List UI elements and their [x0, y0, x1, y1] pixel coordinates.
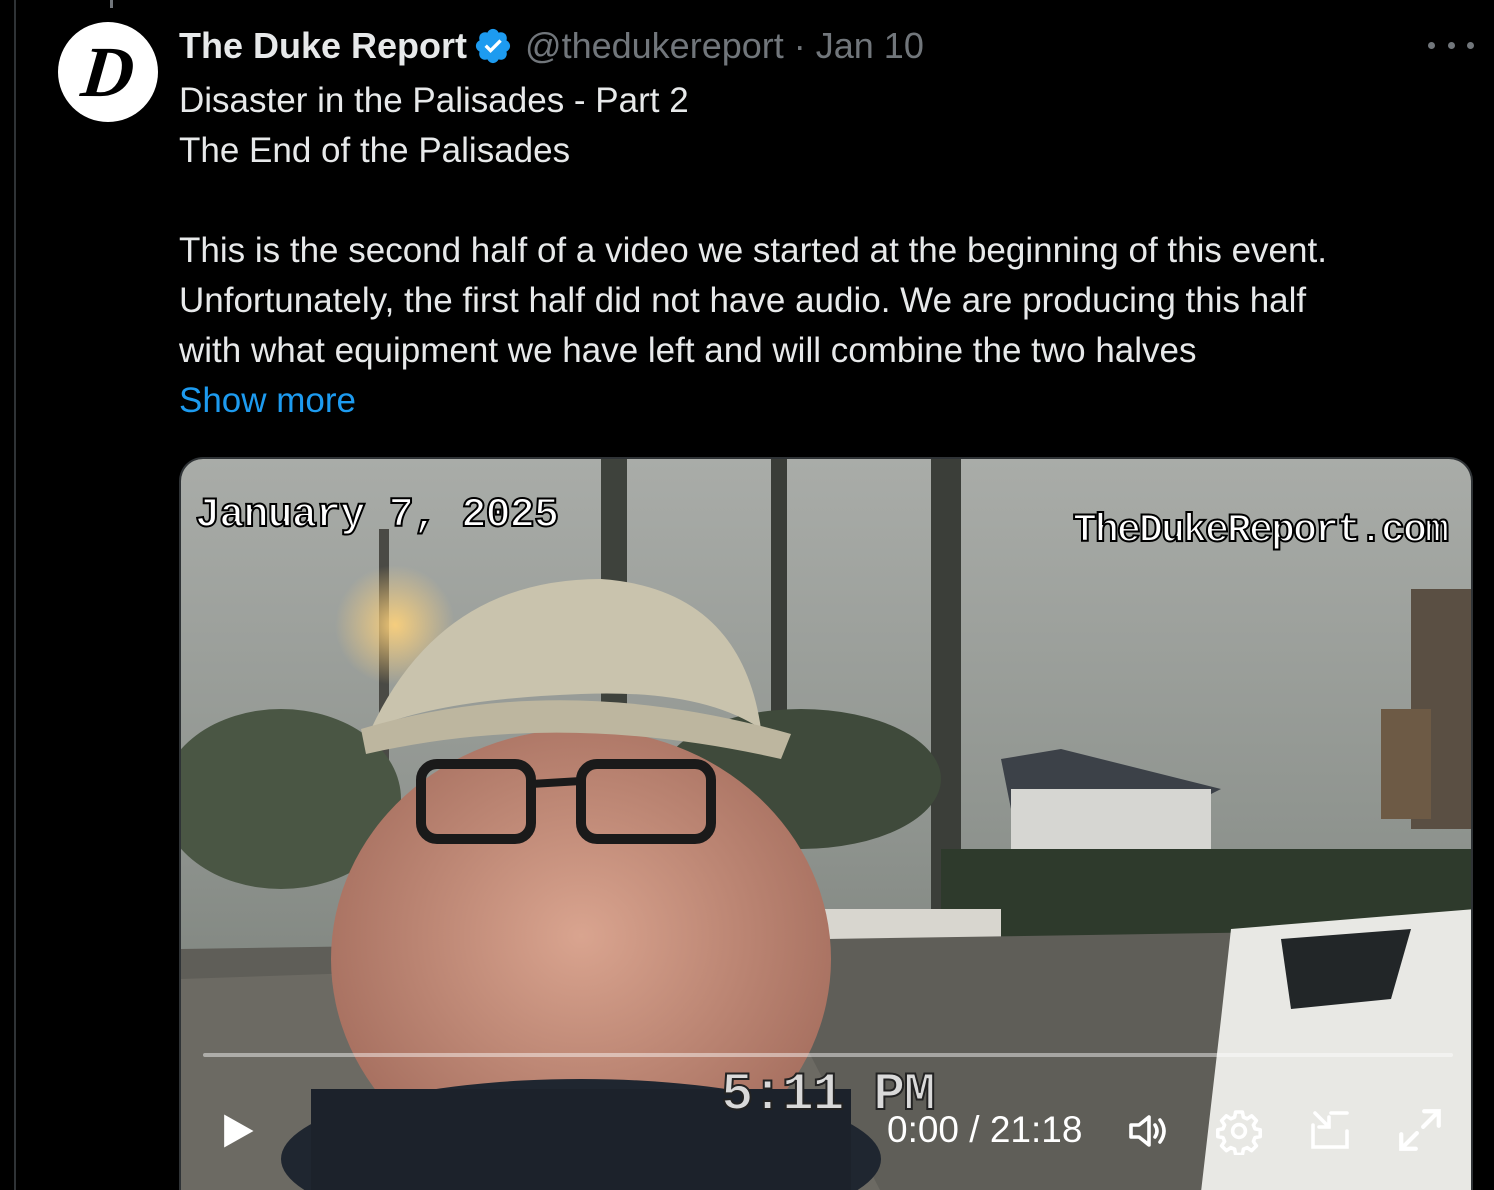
video-overlay-date: January 7, 2025 [194, 490, 560, 540]
picture-in-picture-icon[interactable] [1307, 1107, 1355, 1155]
author-handle[interactable]: @thedukereport [525, 25, 784, 67]
more-options-button[interactable] [1428, 30, 1474, 60]
video-time-separator: / [969, 1109, 980, 1150]
more-dot [1447, 41, 1455, 49]
more-dot [1467, 41, 1474, 49]
avatar-letter: D [77, 32, 139, 112]
tweet-text-line: The End of the Palisades [179, 131, 571, 170]
tweet-text-blank [179, 176, 1469, 226]
settings-gear-icon[interactable] [1215, 1107, 1263, 1155]
tweet-header: The Duke Report @thedukereport · Jan 10 [179, 22, 924, 70]
tweet-text-line: Unfortunately, the first half did not ha… [179, 281, 1307, 320]
thread-divider [14, 0, 16, 1190]
video-overlay-site: TheDukeReport.com [1072, 508, 1450, 555]
video-time-readout: 0:00 / 21:18 [887, 1109, 1082, 1151]
verified-badge-icon [475, 28, 511, 64]
more-horizontal-icon [1428, 41, 1435, 49]
avatar[interactable]: D [58, 22, 158, 122]
video-controls: 0:00 / 21:18 [181, 1089, 1471, 1169]
tweet-text-line: Disaster in the Palisades - Part 2 [179, 81, 689, 120]
video-current-time: 0:00 [887, 1109, 960, 1150]
tweet-text-line: This is the second half of a video we st… [179, 231, 1327, 270]
pinned-indicator [110, 0, 113, 8]
tweet-text: Disaster in the Palisades - Part 2 The E… [179, 76, 1469, 426]
show-more-link[interactable]: Show more [179, 376, 1469, 426]
tweet-text-line: with what equipment we have left and wil… [179, 331, 1197, 370]
tweet-page: D The Duke Report @thedukereport · Jan 1… [0, 0, 1494, 1190]
tweet-date[interactable]: Jan 10 [816, 25, 924, 67]
play-icon[interactable] [215, 1109, 259, 1153]
volume-icon[interactable] [1125, 1107, 1173, 1155]
video-player[interactable]: January 7, 2025 TheDukeReport.com 5:11 P… [179, 457, 1473, 1190]
fullscreen-icon[interactable] [1395, 1105, 1445, 1155]
pinned-icon [110, 0, 113, 8]
video-duration: 21:18 [989, 1109, 1083, 1150]
video-progress-bar[interactable] [203, 1053, 1453, 1057]
author-display-name[interactable]: The Duke Report [179, 25, 467, 67]
header-separator: · [793, 25, 806, 66]
